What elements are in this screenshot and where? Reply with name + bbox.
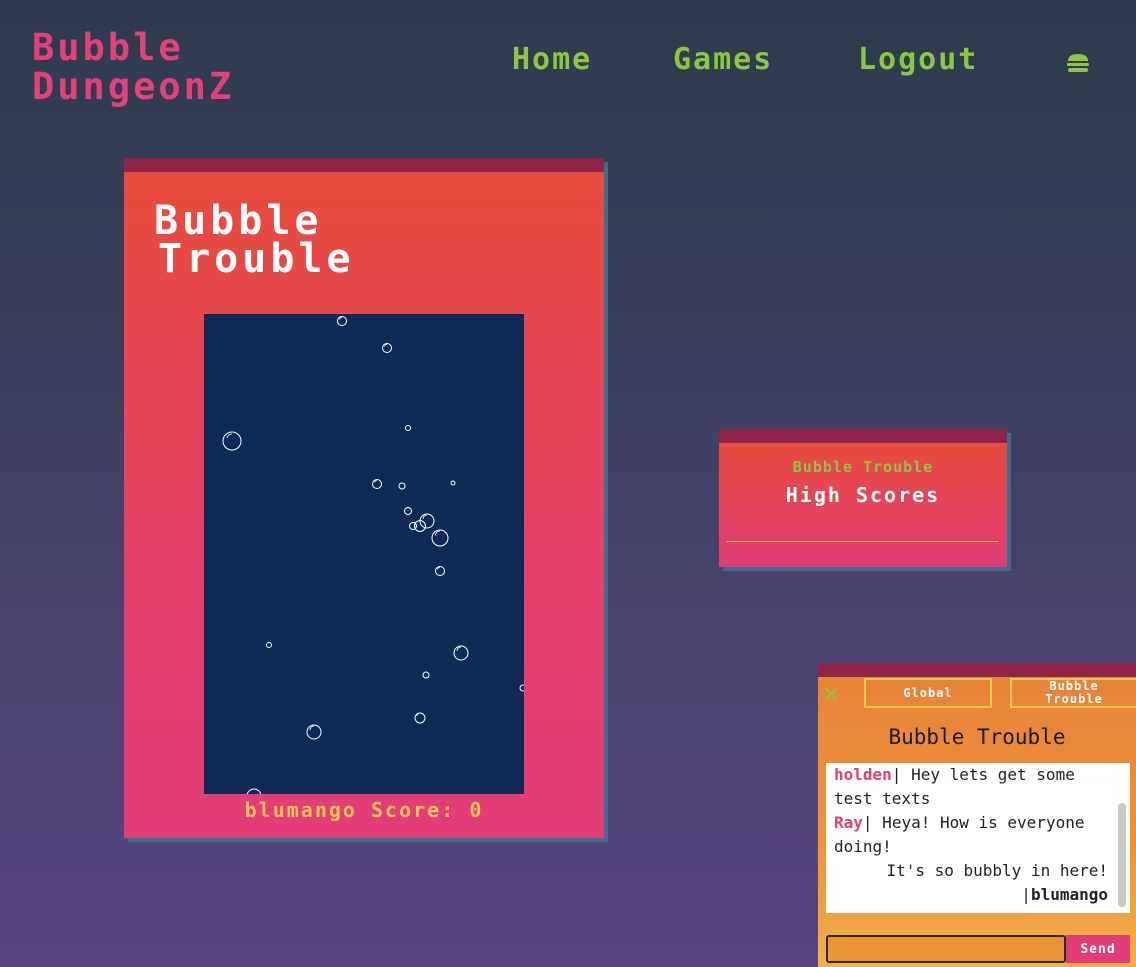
bubble	[398, 482, 406, 490]
high-scores-game-name: Bubble Trouble	[792, 458, 934, 476]
bubble	[246, 788, 262, 794]
message-separator: |	[862, 813, 873, 832]
chat-message-input[interactable]	[826, 935, 1066, 963]
high-scores-title: High Scores	[785, 483, 941, 507]
bubble	[450, 480, 456, 486]
self-message-author: |blumango	[834, 883, 1108, 907]
bubble	[222, 431, 242, 451]
close-icon[interactable]: ✕	[822, 683, 840, 708]
brand-line-2: DungeonZ	[32, 65, 235, 108]
game-card: Bubble Trouble blumango Score: 0	[124, 158, 604, 838]
chat-message-self: It's so bubbly in here! |blumango	[834, 859, 1108, 907]
chat-message: Ray| Heya! How is everyone doing!	[834, 811, 1108, 859]
self-message-separator: |	[1021, 885, 1031, 904]
tab-bubble-trouble[interactable]: Bubble Trouble	[1010, 678, 1136, 708]
tab-global[interactable]: Global	[864, 678, 992, 708]
message-text: Heya! How is everyone doing!	[834, 813, 1085, 856]
nav-home-link[interactable]: Home	[512, 42, 592, 77]
game-title-line-1: Bubble	[154, 198, 323, 244]
chat-log[interactable]: holden| Hey lets get some test texts Ray…	[826, 763, 1130, 913]
bubble	[519, 684, 524, 692]
bubble	[372, 479, 382, 489]
message-user: Ray	[834, 813, 863, 832]
tab-global-label: Global	[903, 685, 953, 700]
high-scores-divider	[727, 541, 999, 542]
bubble	[435, 566, 445, 576]
brand-line-1: Bubble	[32, 26, 184, 69]
bubble	[405, 425, 411, 431]
bubble	[422, 671, 430, 679]
bubble	[453, 645, 469, 661]
chat-room-title: Bubble Trouble	[888, 725, 1066, 749]
send-button[interactable]: Send	[1066, 935, 1130, 963]
chat-scrollbar[interactable]	[1118, 803, 1126, 907]
tab-room-label: Bubble Trouble	[1045, 680, 1103, 706]
tab-room-label-line-2: Trouble	[1045, 692, 1103, 706]
high-scores-card: Bubble Trouble High Scores	[719, 429, 1007, 567]
score-line: blumango Score: 0	[124, 798, 604, 822]
self-message-text: It's so bubbly in here!	[886, 861, 1108, 880]
bubble	[382, 343, 392, 353]
bubble	[414, 712, 426, 724]
bubble	[409, 522, 417, 530]
message-user: holden	[834, 765, 892, 784]
bubble	[431, 529, 449, 547]
game-title-line-2: Trouble	[158, 236, 355, 282]
bubble	[404, 507, 412, 515]
bubble	[306, 724, 322, 740]
chat-panel: ✕ Global Bubble Trouble Bubble Trouble h…	[818, 663, 1136, 967]
self-message-user: blumango	[1030, 885, 1108, 904]
nav-games-link[interactable]: Games	[673, 42, 773, 77]
chat-message: holden| Hey lets get some test texts	[834, 763, 1108, 811]
game-title: Bubble Trouble	[154, 198, 355, 282]
bubble-field	[222, 316, 524, 794]
player-name: blumango	[244, 798, 357, 822]
bubble	[337, 316, 347, 326]
bubble	[266, 642, 272, 648]
site-logo[interactable]: Bubble DungeonZ	[32, 28, 234, 106]
score-label: Score:	[371, 798, 456, 822]
nav-logout-link[interactable]: Logout	[858, 42, 978, 77]
game-canvas[interactable]	[204, 314, 524, 794]
score-value: 0	[469, 798, 484, 822]
hamburger-icon[interactable]	[1066, 52, 1090, 74]
message-separator: |	[891, 765, 902, 784]
